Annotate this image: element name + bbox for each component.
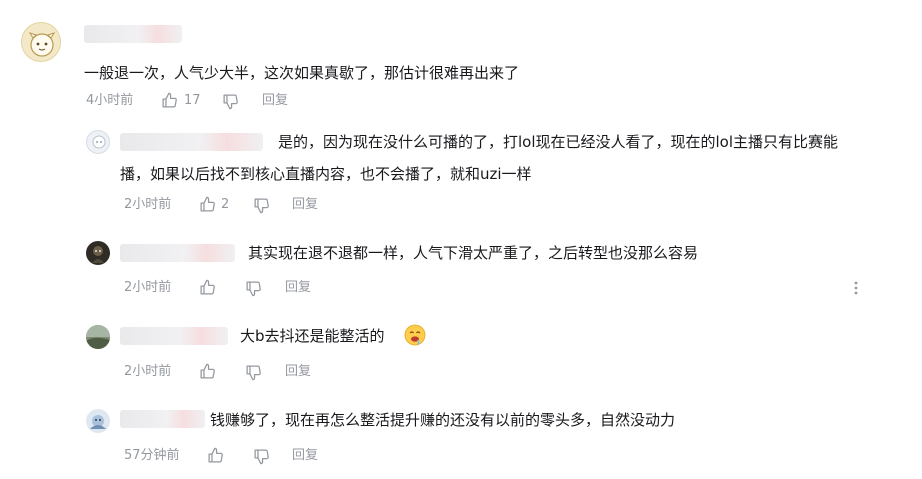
like-icon[interactable]: [207, 447, 224, 464]
like-icon[interactable]: [161, 92, 178, 109]
more-icon[interactable]: [853, 280, 859, 299]
reply-time: 57分钟前: [124, 448, 180, 463]
avatar[interactable]: [86, 409, 110, 433]
dislike-icon[interactable]: [245, 364, 262, 381]
reply-button[interactable]: 回复: [285, 279, 311, 297]
reply-time: 2小时前: [124, 197, 172, 212]
emoji-drool-icon: [404, 324, 426, 346]
dislike-icon[interactable]: [245, 280, 262, 297]
avatar[interactable]: [86, 130, 110, 154]
dislike-icon[interactable]: [253, 197, 270, 214]
reply-time: 2小时前: [124, 364, 172, 379]
like-icon[interactable]: [199, 363, 216, 380]
comment-time: 4小时前: [86, 93, 134, 108]
like-icon[interactable]: [199, 279, 216, 296]
reply-text-line2: 播，如果以后找不到核心直播内容，也不会播了，就和uzi一样: [120, 165, 532, 183]
reply-time: 2小时前: [124, 280, 172, 295]
username-blurred[interactable]: [120, 410, 205, 428]
username-blurred[interactable]: [120, 133, 263, 151]
avatar[interactable]: [21, 22, 61, 62]
reply-button[interactable]: 回复: [292, 196, 318, 214]
comment-text: 一般退一次，人气少大半，这次如果真歇了，那估计很难再出来了: [84, 64, 520, 82]
username-blurred[interactable]: [120, 244, 235, 262]
like-count: 2: [221, 197, 230, 212]
avatar[interactable]: [86, 325, 110, 349]
reply-text: 钱赚够了，现在再怎么整活提升赚的还没有以前的零头多，自然没动力: [210, 411, 676, 429]
like-count: 17: [184, 93, 201, 108]
avatar[interactable]: [86, 241, 110, 265]
username-blurred[interactable]: [84, 25, 182, 43]
username-blurred[interactable]: [120, 327, 228, 345]
reply-button[interactable]: 回复: [292, 447, 318, 465]
reply-text: 大b去抖还是能整活的: [240, 327, 385, 345]
reply-button[interactable]: 回复: [285, 363, 311, 381]
dislike-icon[interactable]: [253, 448, 270, 465]
like-icon[interactable]: [199, 196, 216, 213]
reply-text-line1: 是的，因为现在没什么可播的了，打lol现在已经没人看了，现在的lol主播只有比赛…: [278, 133, 839, 151]
dislike-icon[interactable]: [222, 93, 239, 110]
reply-text: 其实现在退不退都一样，人气下滑太严重了，之后转型也没那么容易: [248, 244, 699, 262]
reply-button[interactable]: 回复: [262, 92, 288, 110]
